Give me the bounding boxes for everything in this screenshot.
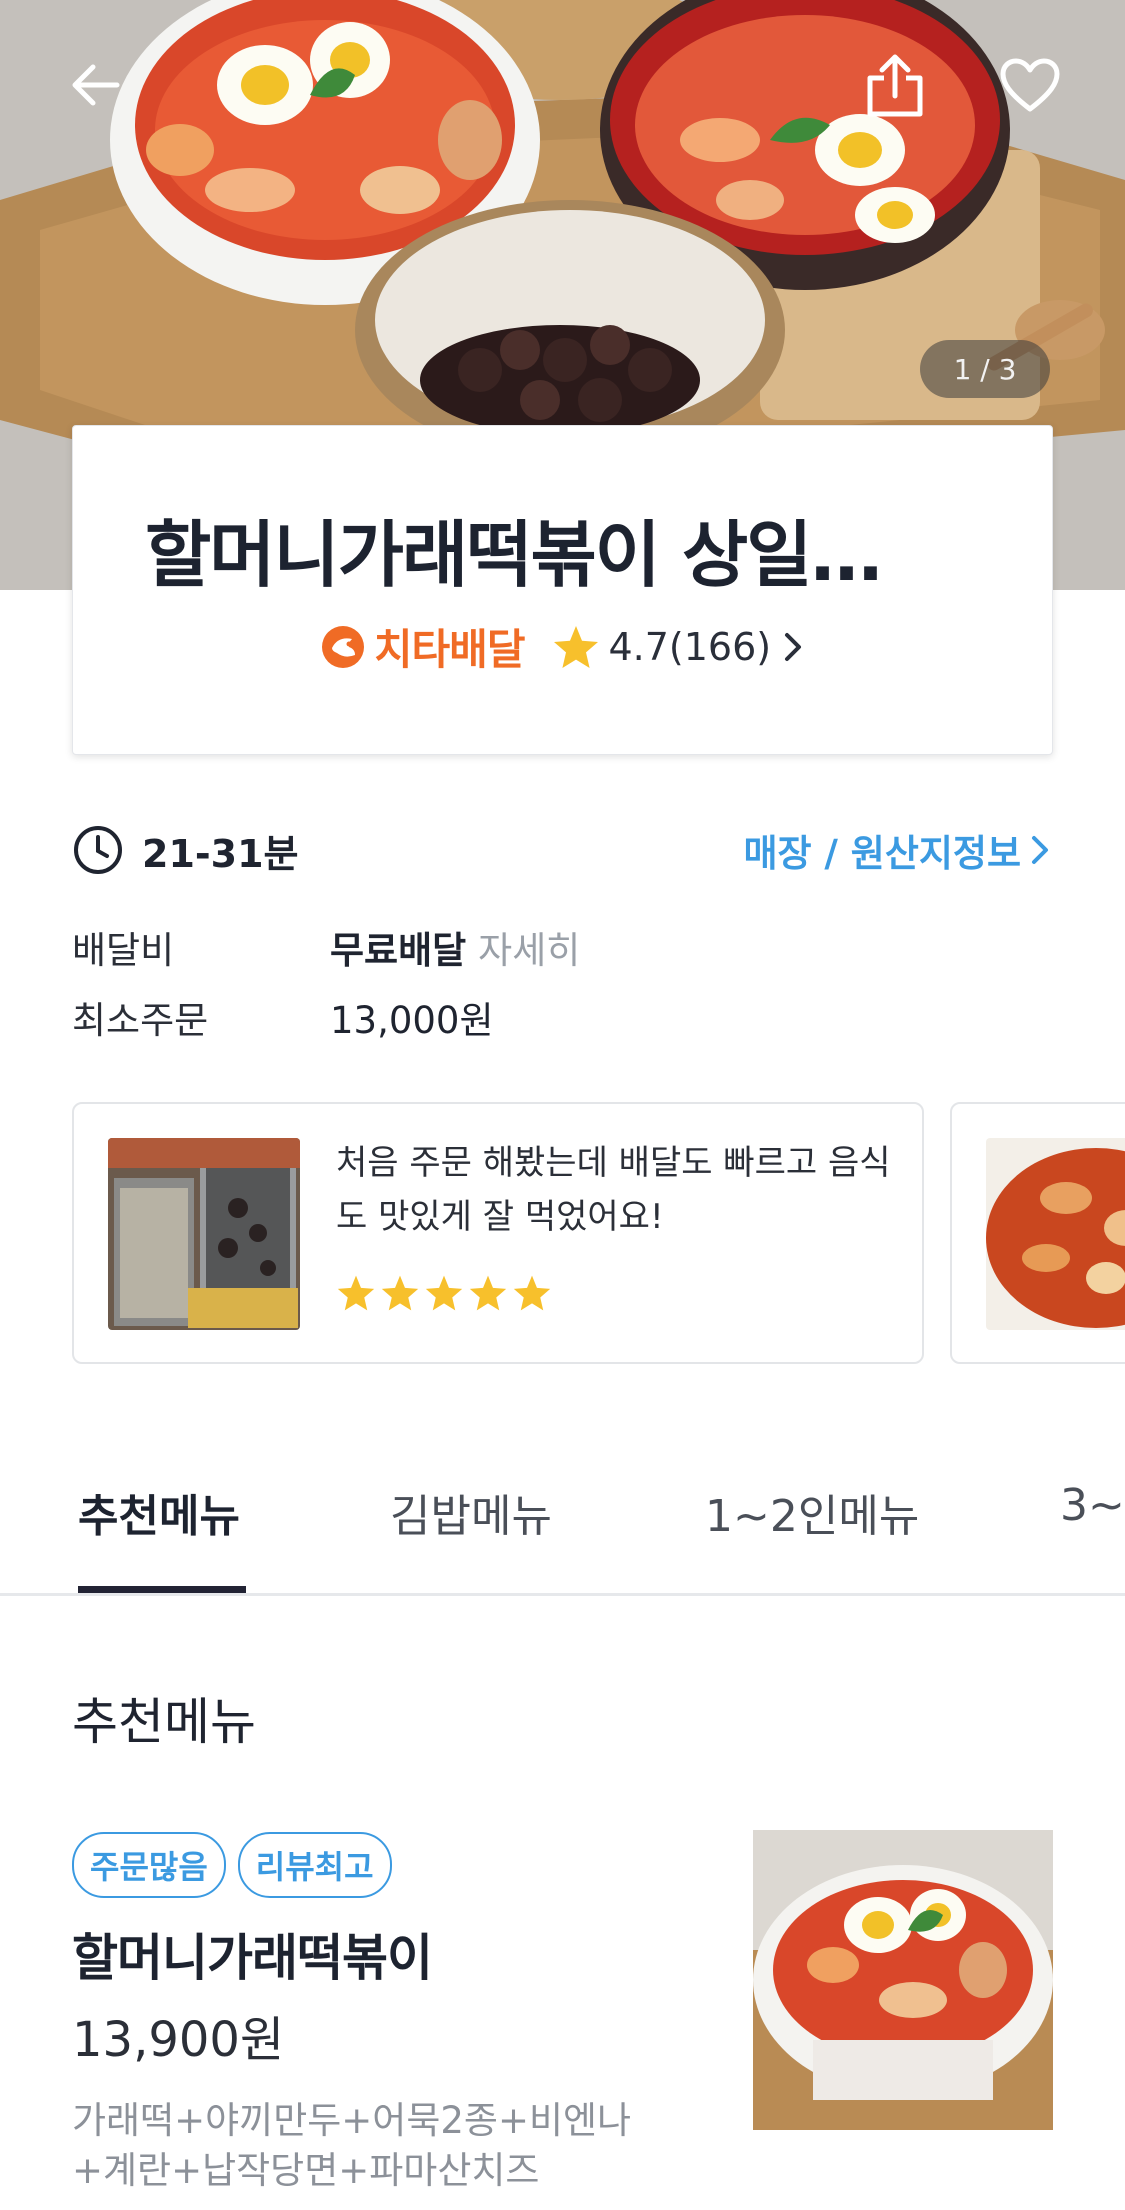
review-star-rating <box>336 1274 552 1312</box>
review-text: 처음 주문 해봤는데 배달도 빠르고 음식도 맛있게 잘 먹었어요! <box>336 1143 891 1237</box>
chevron-right-icon <box>1032 836 1048 864</box>
tab-recommended-menu[interactable]: 추천메뉴 <box>78 1480 240 1544</box>
menu-item-price: 13,900원 <box>72 2012 285 2068</box>
tab-kimbap-menu[interactable]: 김밥메뉴 <box>390 1480 552 1544</box>
store-meta: 치타배달 4.7 (166) <box>73 616 1054 677</box>
rating-value: 4.7 <box>608 624 669 669</box>
menu-desc-line: 가래떡+야끼만두+어묵2종+비엔나 <box>72 2099 632 2142</box>
badge-best-review: 리뷰최고 <box>237 1832 392 1898</box>
min-order-value: 13,000원 <box>330 999 494 1042</box>
tab-1-2-person-menu[interactable]: 1~2인메뉴 <box>705 1480 919 1544</box>
heart-icon <box>1000 58 1060 112</box>
delivery-fee-row: 배달비 무료배달 자세히 <box>72 920 972 974</box>
chevron-right-icon <box>785 632 802 661</box>
arrow-left-icon <box>72 64 120 106</box>
tab-3-4-person-menu[interactable]: 3~4 <box>1060 1480 1125 1531</box>
store-origin-info-link[interactable]: 매장 / 원산지정보 <box>743 823 1053 877</box>
brand-name: 치타배달 <box>373 625 526 674</box>
delivery-time-row: 21-31분 매장 / 원산지정보 <box>72 820 1053 880</box>
store-header-card: 할머니가래떡볶이 상일… 치타배달 4.7 (166) <box>72 425 1053 755</box>
min-order-label: 최소주문 <box>72 999 209 1042</box>
share-icon <box>867 54 923 117</box>
review-photo <box>108 1138 300 1330</box>
menu-item-image <box>753 1830 1053 2130</box>
menu-category-tabs: 추천메뉴 김밥메뉴 1~2인메뉴 3~4 <box>0 1460 1125 1596</box>
review-card[interactable]: 처음 주문 해봤는데 배달도 빠르고 음식도 맛있게 잘 먹었어요! <box>72 1102 924 1364</box>
delivery-fee-label: 배달비 <box>72 929 175 972</box>
star-icon <box>381 1275 419 1311</box>
menu-tags: 주문많음 리뷰최고 <box>72 1832 392 1898</box>
menu-desc-line: +계란+납작당면+파마산치즈 <box>72 2149 540 2192</box>
delivery-fee-detail-link[interactable]: 자세히 <box>478 920 580 974</box>
star-icon <box>425 1275 463 1311</box>
share-button[interactable] <box>850 40 940 130</box>
image-counter: 1 / 3 <box>920 340 1050 398</box>
delivery-fee-value: 무료배달 <box>330 929 467 972</box>
cheetah-logo-icon <box>321 625 364 668</box>
section-title: 추천메뉴 <box>72 1693 256 1751</box>
back-button[interactable] <box>50 40 140 130</box>
delivery-time: 21-31분 <box>72 823 299 878</box>
delivery-time-text: 21-31분 <box>142 831 299 876</box>
min-order-row: 최소주문 13,000원 <box>72 990 972 1044</box>
active-tab-indicator <box>78 1586 246 1593</box>
review-card[interactable] <box>950 1102 1125 1364</box>
store-info-link-label: 매장 / 원산지정보 <box>743 832 1021 875</box>
star-icon <box>554 625 599 668</box>
star-icon <box>513 1275 551 1311</box>
delivery-brand: 치타배달 <box>320 616 525 677</box>
menu-item-description: 가래떡+야끼만두+어묵2종+비엔나 +계란+납작당면+파마산치즈 <box>72 2096 692 2196</box>
clock-icon <box>74 826 122 874</box>
review-count: (166) <box>668 624 772 669</box>
review-photo <box>986 1138 1125 1330</box>
star-icon <box>469 1275 507 1311</box>
store-name: 할머니가래떡볶이 상일… <box>145 513 882 597</box>
star-icon <box>337 1275 375 1311</box>
store-rating[interactable]: 4.7 (166) <box>552 624 807 670</box>
badge-popular: 주문많음 <box>72 1832 226 1898</box>
favorite-button[interactable] <box>985 40 1075 130</box>
menu-item-name: 할머니가래떡볶이 <box>72 1929 433 1987</box>
